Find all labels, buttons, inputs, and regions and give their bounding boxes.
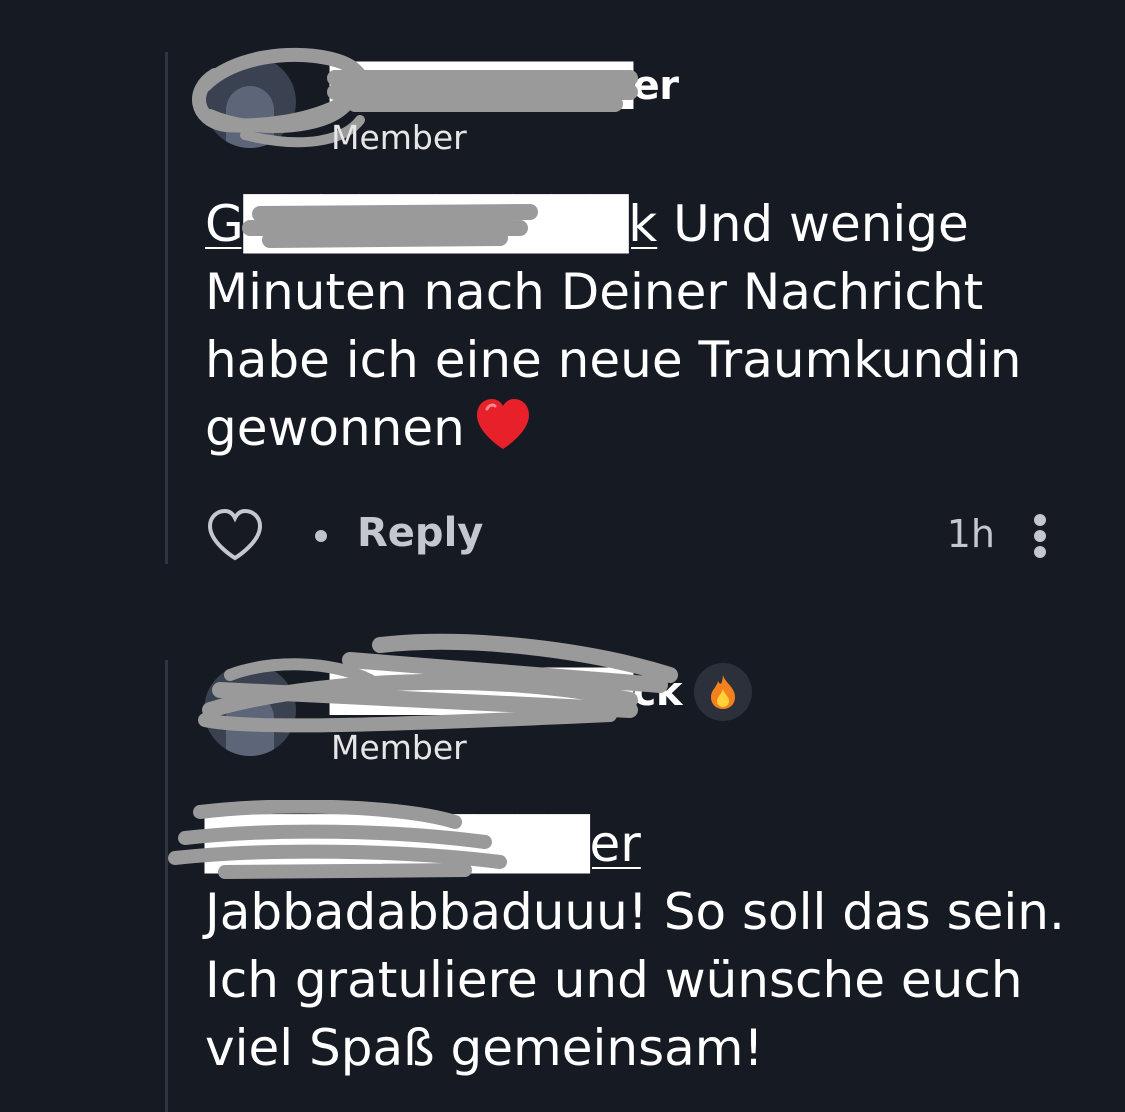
comment-text: Jabbadabbaduuu! So soll das sein. Ich gr… [205, 883, 1065, 1077]
comment-body: ██████████er Jabbadabbaduuu! So soll das… [205, 810, 1075, 1082]
author-name[interactable]: ██████████ck [330, 669, 682, 715]
thread-line [165, 52, 168, 564]
fire-icon [693, 663, 752, 721]
red-heart-icon [473, 395, 533, 470]
heart-outline-icon [207, 508, 263, 561]
author-name[interactable]: ██████████er [330, 63, 679, 109]
mention-link[interactable]: ██████████er [205, 815, 641, 873]
timestamp: 1h [946, 512, 995, 556]
like-button[interactable] [205, 508, 265, 564]
avatar[interactable] [204, 664, 296, 756]
avatar[interactable] [204, 56, 296, 148]
member-role: Member [331, 118, 467, 157]
more-options-icon[interactable] [1025, 506, 1055, 566]
comment-body: G██████████k Und wenige Minuten nach Dei… [205, 190, 1075, 470]
author-row: ██████████ck [330, 663, 752, 721]
member-role: Member [331, 728, 467, 767]
mention-link[interactable]: G██████████k [205, 195, 657, 253]
separator-dot [315, 530, 327, 542]
thread-line [165, 660, 168, 1112]
author-row: ██████████er [330, 58, 679, 114]
comment-actions: Reply 1h [205, 506, 1075, 566]
reply-button[interactable]: Reply [357, 510, 483, 556]
